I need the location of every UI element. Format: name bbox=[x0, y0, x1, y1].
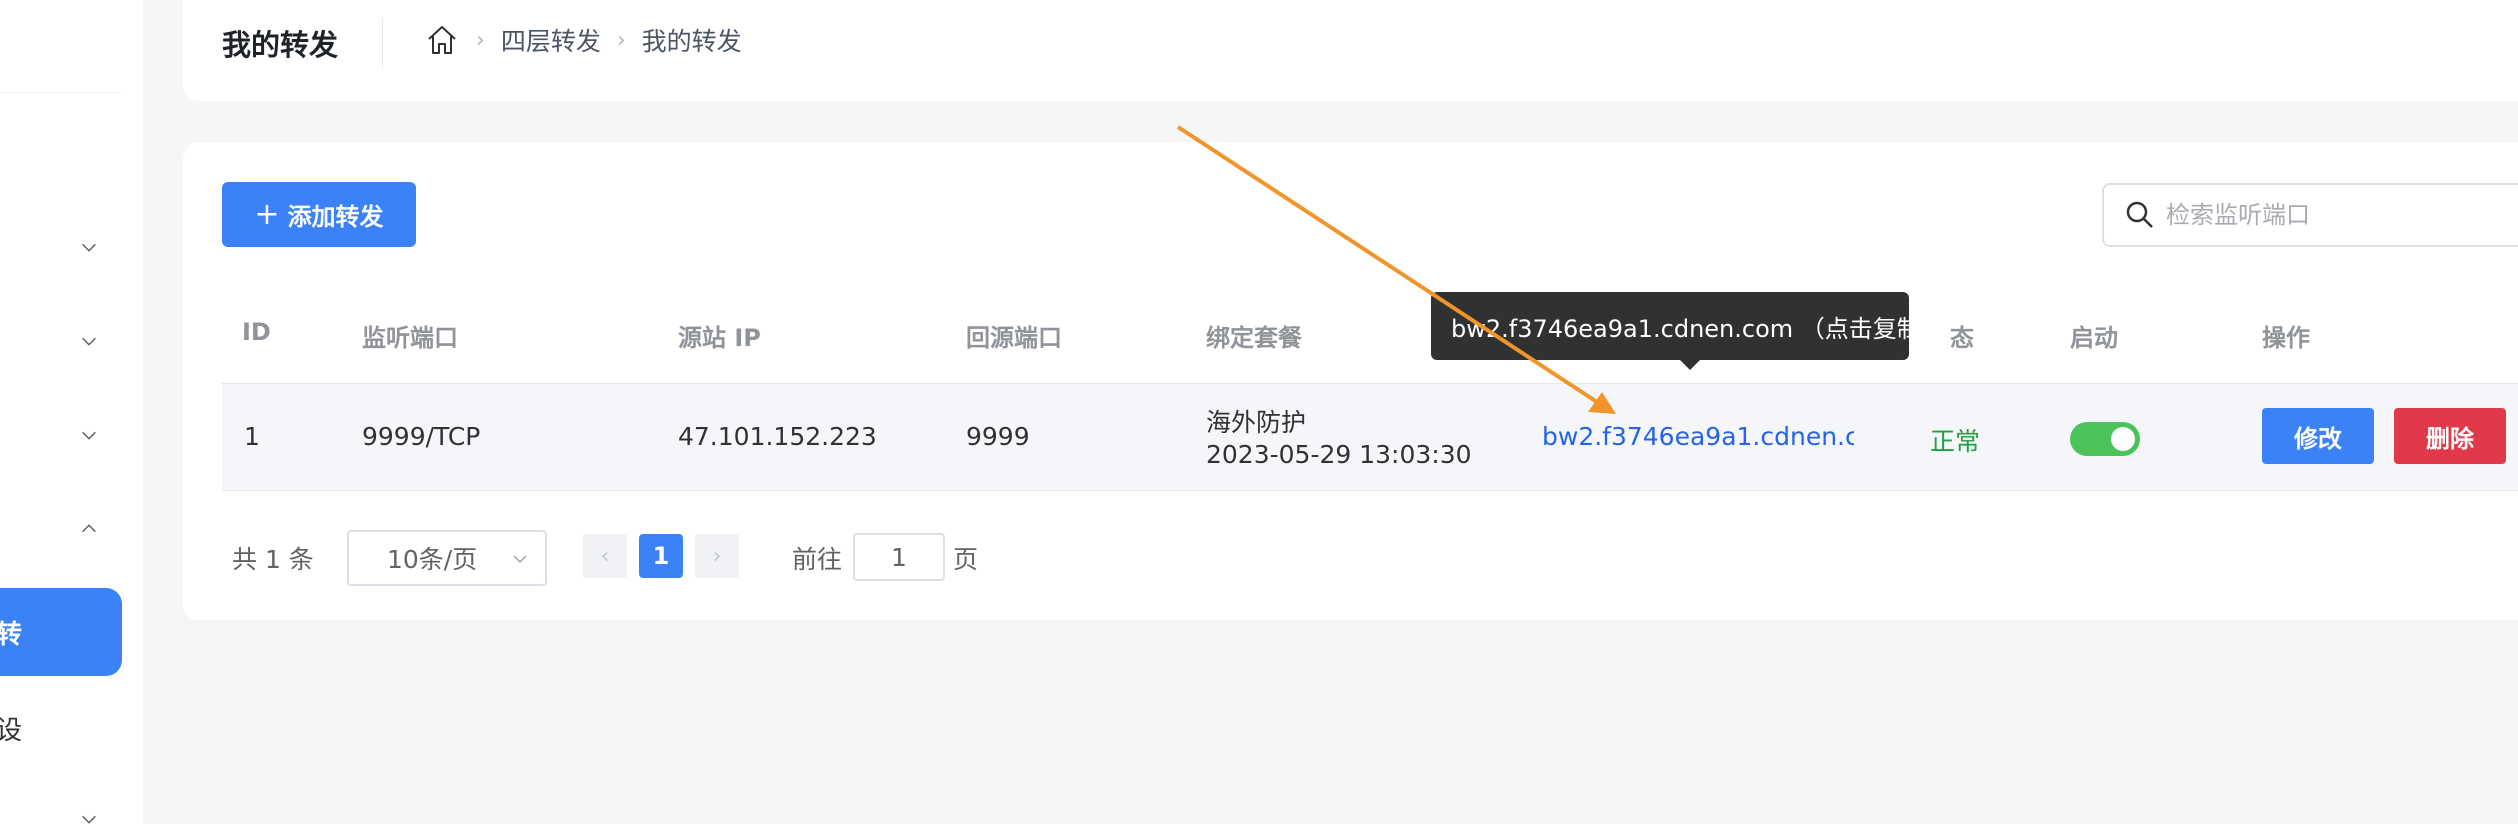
delete-button[interactable]: 删除 bbox=[2394, 408, 2506, 464]
toggle-knob bbox=[2111, 427, 2135, 451]
table-row bbox=[222, 383, 2518, 491]
column-header-enabled: 启动 bbox=[2070, 324, 2118, 352]
cell-listen-port: 9999/TCP bbox=[362, 422, 481, 451]
prev-page-button[interactable]: ‹ bbox=[583, 534, 627, 578]
breadcrumb: › 四层转发 › 我的转发 bbox=[424, 22, 742, 58]
add-forward-label: 添加转发 bbox=[287, 203, 384, 231]
sidebar-item-label: 设 bbox=[0, 716, 23, 746]
search-box[interactable] bbox=[2102, 183, 2518, 247]
chevron-down-icon[interactable] bbox=[76, 328, 102, 354]
sidebar-divider bbox=[0, 92, 122, 93]
status-badge: 正常 bbox=[1930, 427, 1981, 456]
chevron-down-icon bbox=[513, 555, 527, 564]
page-title: 我的转发 bbox=[222, 28, 339, 62]
search-input[interactable] bbox=[2166, 201, 2518, 229]
chevron-right-icon: › bbox=[476, 27, 485, 53]
copy-tooltip: bw2.f3746ea9a1.cdnen.com （点击复制） bbox=[1431, 292, 1945, 370]
goto-suffix: 页 bbox=[953, 545, 979, 574]
add-forward-button[interactable]: + 添加转发 bbox=[222, 182, 416, 247]
header-divider bbox=[382, 18, 383, 68]
cell-id: 1 bbox=[244, 422, 260, 451]
breadcrumb-item-current: 我的转发 bbox=[641, 27, 742, 56]
search-icon bbox=[2126, 201, 2153, 228]
sidebar-item[interactable]: 设 bbox=[0, 710, 22, 747]
cell-return-port: 9999 bbox=[966, 422, 1030, 451]
goto-label: 前往 bbox=[792, 545, 843, 574]
column-header-id: ID bbox=[242, 318, 271, 346]
edit-button[interactable]: 修改 bbox=[2262, 408, 2374, 464]
home-icon[interactable] bbox=[424, 22, 460, 58]
chevron-right-icon: › bbox=[616, 27, 626, 53]
cell-plan-name: 海外防护 bbox=[1206, 408, 1307, 437]
column-header-status: 态 bbox=[1950, 324, 1974, 352]
goto-page-input[interactable] bbox=[853, 533, 945, 581]
page-size-value: 10条/页 bbox=[387, 545, 478, 574]
sidebar-item-label: 转 bbox=[0, 619, 23, 650]
column-header-plan: 绑定套餐 bbox=[1206, 324, 1302, 352]
breadcrumb-item[interactable]: 四层转发 bbox=[501, 22, 601, 58]
pagination-total: 共 1 条 bbox=[232, 545, 314, 574]
cell-plan-time: 2023-05-29 13:03:30 bbox=[1206, 440, 1472, 469]
chevron-down-icon[interactable] bbox=[76, 806, 102, 824]
tooltip-caret bbox=[1679, 359, 1701, 370]
plus-icon: + bbox=[254, 196, 280, 232]
chevron-up-icon[interactable] bbox=[76, 516, 102, 542]
column-header-actions: 操作 bbox=[2262, 324, 2310, 352]
page-number-current[interactable]: 1 bbox=[639, 534, 683, 578]
column-header-source-ip: 源站 IP bbox=[678, 324, 761, 352]
cell-cname-link[interactable]: bw2.f3746ea9a1.cdnen.com bbox=[1542, 422, 1854, 451]
column-header-return-port: 回源端口 bbox=[966, 324, 1062, 352]
chevron-down-icon[interactable] bbox=[76, 234, 102, 260]
next-page-button[interactable]: › bbox=[695, 534, 739, 578]
cell-source-ip: 47.101.152.223 bbox=[678, 422, 877, 451]
column-header-listen-port: 监听端口 bbox=[362, 324, 458, 352]
sidebar: 转 设 bbox=[0, 0, 143, 824]
enabled-toggle[interactable] bbox=[2070, 422, 2140, 456]
tooltip-text: bw2.f3746ea9a1.cdnen.com （点击复制） bbox=[1451, 314, 1945, 343]
sidebar-item-active[interactable]: 转 bbox=[0, 588, 122, 676]
chevron-down-icon[interactable] bbox=[76, 422, 102, 448]
page-size-select[interactable]: 10条/页 bbox=[347, 530, 547, 586]
